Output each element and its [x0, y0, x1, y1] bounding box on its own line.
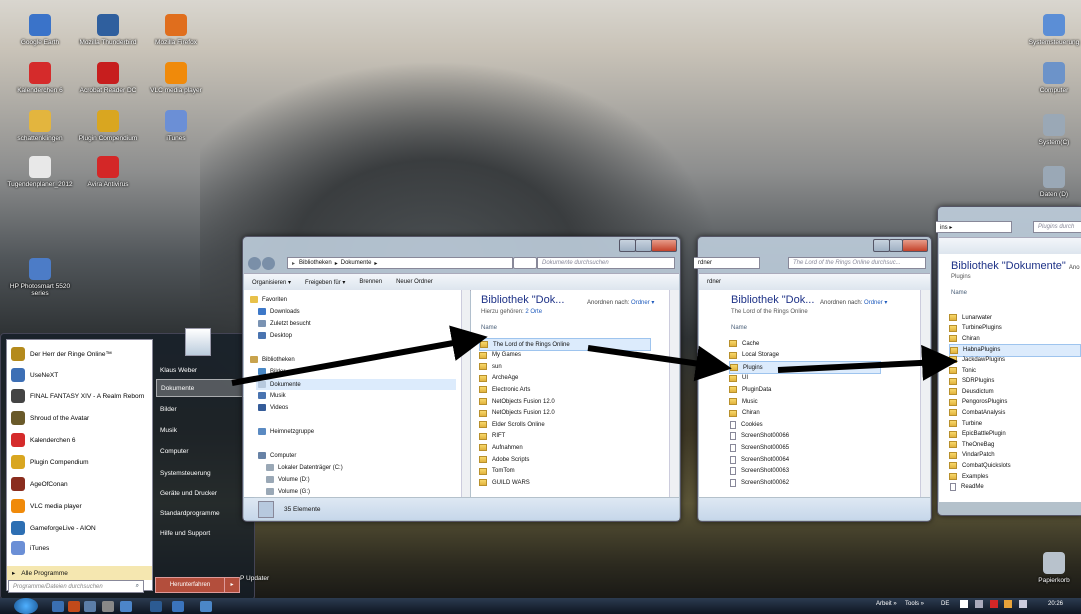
taskbar-app-icon[interactable]	[68, 601, 80, 612]
taskbar-app-icon[interactable]	[120, 601, 132, 612]
tray-app-icon[interactable]	[1004, 600, 1012, 608]
toolbar-arbeit[interactable]: Arbeit »	[876, 601, 897, 607]
taskbar-app-icon[interactable]	[102, 601, 114, 612]
annotation-arrows	[231, 325, 958, 386]
taskbar-explorer-icon[interactable]	[52, 601, 64, 612]
taskbar-app-icon[interactable]	[84, 601, 96, 612]
arrow-lotro-to-plugins	[587, 345, 732, 382]
network-icon[interactable]	[960, 600, 968, 608]
toolbar-tools[interactable]: Tools »	[905, 601, 924, 607]
avira-tray-icon[interactable]	[990, 600, 998, 608]
taskbar-app-icon[interactable]	[172, 601, 184, 612]
clock[interactable]: 20:26	[1048, 601, 1063, 607]
arrow-plugins-to-tonic	[777, 344, 958, 381]
taskbar-app-icon[interactable]	[150, 601, 162, 612]
language-indicator[interactable]: DE	[941, 601, 949, 607]
taskbar-explorer-active-icon[interactable]	[200, 601, 212, 612]
action-center-icon[interactable]	[1019, 600, 1027, 608]
volume-icon[interactable]	[975, 600, 983, 608]
arrow-documents-to-lotro	[231, 325, 488, 386]
start-orb-icon[interactable]	[14, 598, 38, 614]
